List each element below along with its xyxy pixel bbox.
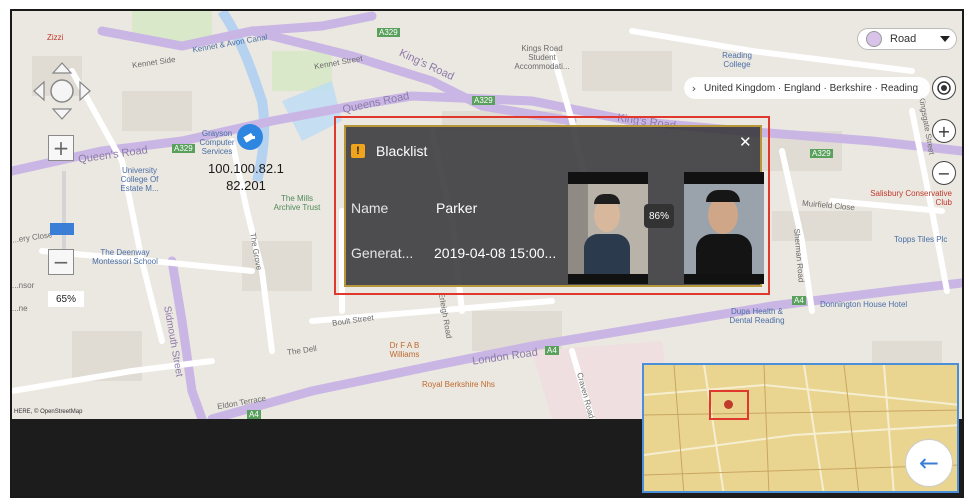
globe-icon — [866, 31, 882, 47]
map-layer-value: Road — [890, 33, 917, 45]
map-label-bar-left2: ...ne — [12, 304, 28, 313]
blacklist-face-photo[interactable] — [684, 172, 764, 284]
road-sign-a329-b: A329 — [472, 96, 495, 105]
map-attribution: HERE, © OpenStreetMap — [14, 409, 83, 415]
zoom-in-button[interactable]: + — [48, 135, 74, 161]
chevron-right-icon[interactable]: › — [684, 82, 704, 95]
road-sign-a4-c: A4 — [247, 410, 261, 419]
map-label-bar-left: ...nsor — [12, 281, 35, 290]
road-sign-a329-d: A329 — [810, 149, 833, 158]
popup-title: Blacklist — [376, 143, 428, 159]
time-value: 2019-04-08 15:00... — [434, 245, 557, 261]
map-label-grayson: Grayson Computer Services — [199, 129, 235, 156]
map-label-topps-tiles: Topps Tiles Plc — [894, 235, 948, 244]
map-label-dr-fab: Dr F A B Williams — [389, 341, 420, 359]
locate-button[interactable] — [932, 76, 956, 100]
zoom-level-label: 65% — [48, 291, 84, 307]
location-breadcrumb[interactable]: › United Kingdom · England · Berkshire ·… — [684, 77, 930, 99]
close-icon[interactable]: ✕ — [739, 133, 752, 151]
captured-face-photo[interactable] — [568, 172, 648, 284]
location-breadcrumb-text: United Kingdom · England · Berkshire · R… — [704, 82, 918, 94]
time-label: Generat... — [351, 245, 414, 261]
map-layer-select[interactable]: Road — [857, 28, 957, 50]
map-frame: Zizzi Kennet Side Kennet & Avon Canal Ke… — [10, 9, 964, 498]
map-zoom-out-button[interactable]: − — [932, 161, 956, 185]
map-label-dupa: Dupa Health & Dental Reading — [729, 307, 785, 325]
zoom-slider-track[interactable] — [62, 171, 66, 251]
camera-ip-label: 100.100.82.1 82.201 — [208, 160, 284, 194]
map-label-donnington: Donnington House Hotel — [820, 300, 908, 309]
camera-ip-line1: 100.100.82.1 — [208, 161, 284, 176]
target-icon — [937, 81, 951, 95]
pan-up-icon — [51, 62, 73, 74]
name-value: Parker — [436, 200, 478, 216]
map-label-university-college: University College Of Estate M... — [120, 166, 159, 193]
map-label-the-mills: The Mills Archive Trust — [273, 194, 321, 212]
pan-control[interactable] — [32, 61, 92, 121]
map-label-salisbury: Salisbury Conservative Club — [870, 189, 952, 207]
map-zoom-in-button[interactable]: + — [932, 119, 956, 143]
road-sign-a329-a: A329 — [377, 28, 400, 37]
zoom-out-button[interactable]: − — [48, 249, 74, 275]
map-label-deenway: The Deenway Montessori School — [92, 248, 158, 266]
road-sign-a4-a: A4 — [545, 346, 559, 355]
map-label-kings-road-student: Kings Road Student Accommodati... — [514, 44, 570, 71]
zoom-slider-handle[interactable] — [50, 223, 74, 235]
camera-icon[interactable] — [237, 124, 263, 150]
map-label-reading-college: Reading College — [722, 51, 752, 69]
pan-left-icon — [33, 80, 45, 102]
blacklist-popup[interactable]: ! Blacklist ✕ Name Parker Generat... 201… — [344, 125, 764, 287]
camera-ip-line2: 82.201 — [226, 178, 266, 193]
name-label: Name — [351, 200, 389, 216]
map-label-royal-berkshire: Royal Berkshire Nhs — [422, 380, 495, 389]
minimap-camera-dot — [724, 400, 733, 409]
back-button[interactable]: ← — [905, 439, 953, 487]
map-label-zizzi: Zizzi — [47, 33, 64, 42]
pan-right-icon — [79, 80, 91, 102]
match-score: 86% — [644, 204, 674, 228]
chevron-down-icon — [940, 36, 950, 42]
warning-icon: ! — [351, 144, 365, 158]
road-sign-a4-b: A4 — [792, 296, 806, 305]
pan-down-icon — [51, 108, 73, 120]
